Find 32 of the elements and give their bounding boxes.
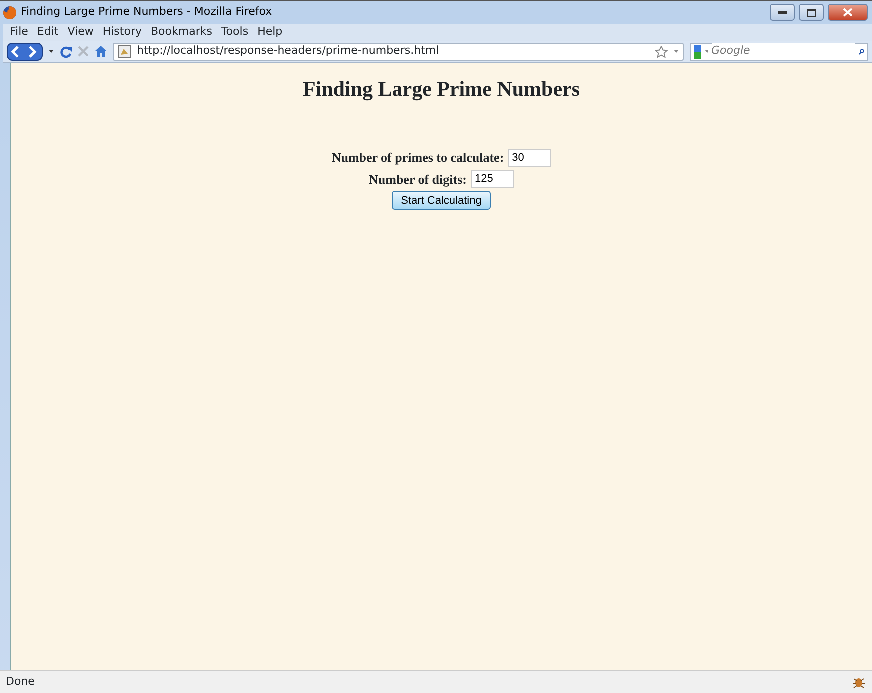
input-field[interactable]: 125	[470, 170, 514, 188]
input-field[interactable]: 30	[508, 148, 552, 167]
maximize-icon	[807, 8, 816, 16]
search-field[interactable]: Google	[690, 42, 868, 60]
menu-item[interactable]: Tools	[221, 24, 249, 41]
back-forward-buttons-icon[interactable]	[7, 42, 43, 60]
star-icon[interactable]	[655, 46, 668, 58]
close-button[interactable]	[828, 4, 868, 21]
status-text: Done	[6, 674, 35, 690]
minimize-icon	[778, 11, 787, 14]
reload-icon[interactable]	[60, 46, 72, 58]
dropdown-arrow-icon[interactable]	[49, 50, 54, 53]
menu-item[interactable]: Edit	[37, 24, 59, 41]
menu-item[interactable]: View	[68, 24, 94, 41]
menu-item[interactable]: History	[102, 24, 142, 41]
minimize-button[interactable]	[770, 4, 795, 21]
field-label: Number of primes to calculate:	[332, 149, 504, 168]
window-title: Finding Large Prime Numbers - Mozilla Firefox	[21, 4, 272, 20]
address-bar[interactable]: http://localhost/response-headers/prime-numbers.html	[113, 42, 684, 60]
close-icon	[843, 8, 853, 17]
maximize-button[interactable]	[799, 4, 824, 21]
menu-item[interactable]: File	[10, 24, 28, 41]
search-engine-icon[interactable]	[694, 44, 701, 58]
menu-item[interactable]: Bookmarks	[150, 24, 212, 41]
page-icon	[118, 45, 131, 58]
home-icon[interactable]	[95, 46, 107, 57]
firefox-logo-icon	[3, 6, 17, 20]
start-calculating-button[interactable]: Start Calculating	[392, 191, 491, 210]
url-text: http://localhost/response-headers/prime-numbers.html	[137, 43, 440, 60]
page-heading: Finding Large Prime Numbers	[302, 77, 582, 102]
menu-item[interactable]: Help	[258, 24, 283, 41]
field-label: Number of digits:	[369, 170, 467, 189]
